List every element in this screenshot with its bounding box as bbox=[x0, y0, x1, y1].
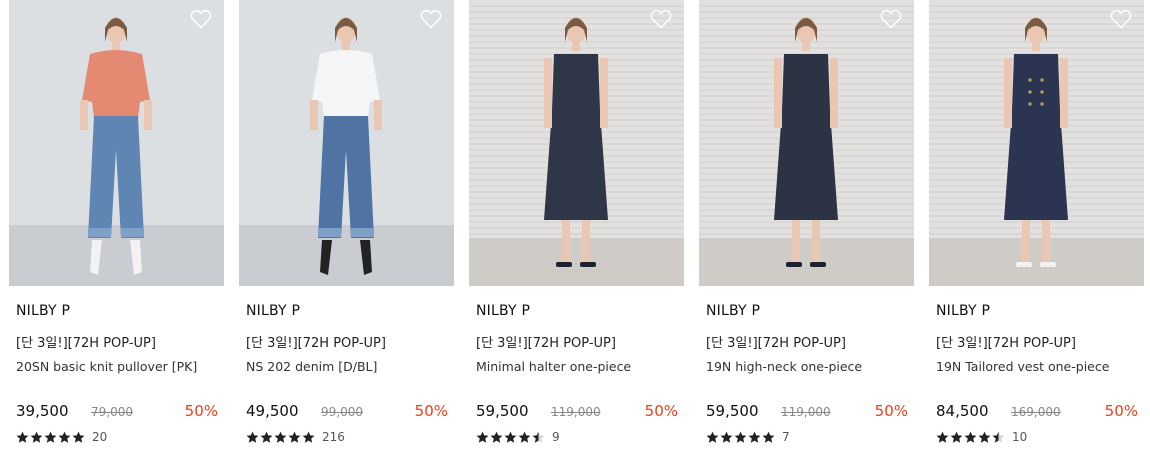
sale-price: 49,500 bbox=[246, 402, 299, 420]
brand-name[interactable]: NILBY P bbox=[706, 303, 760, 319]
product-name[interactable]: 19N Tailored vest one-piece bbox=[936, 359, 1109, 374]
star-icon bbox=[964, 431, 977, 443]
discount-rate: 50% bbox=[1104, 402, 1138, 420]
star-icon bbox=[72, 431, 85, 443]
product-photo bbox=[699, 0, 914, 286]
star-rating bbox=[476, 431, 545, 444]
product-name[interactable]: NS 202 denim [D/BL] bbox=[246, 359, 377, 374]
star-icon bbox=[260, 431, 273, 443]
sale-price: 39,500 bbox=[16, 402, 69, 420]
brand-name[interactable]: NILBY P bbox=[476, 303, 530, 319]
star-icon bbox=[476, 431, 489, 443]
product-card[interactable]: NILBY P [단 3일!][72H POP-UP] 19N Tailored… bbox=[929, 0, 1144, 464]
sale-price: 84,500 bbox=[936, 402, 989, 420]
promo-tag: [단 3일!][72H POP-UP] bbox=[936, 336, 1076, 351]
brand-name[interactable]: NILBY P bbox=[246, 303, 300, 319]
star-icon bbox=[748, 431, 761, 443]
star-icon bbox=[936, 431, 949, 443]
wishlist-heart-icon[interactable] bbox=[1110, 9, 1132, 29]
product-grid: NILBY P [단 3일!][72H POP-UP] 20SN basic k… bbox=[0, 0, 1150, 464]
star-icon bbox=[950, 431, 963, 443]
sale-price: 59,500 bbox=[476, 402, 529, 420]
review-count: 20 bbox=[92, 430, 108, 444]
product-card[interactable]: NILBY P [단 3일!][72H POP-UP] 20SN basic k… bbox=[9, 0, 224, 464]
star-icon bbox=[762, 431, 775, 443]
original-price: 169,000 bbox=[1011, 405, 1061, 419]
star-icon bbox=[246, 431, 259, 443]
product-photo bbox=[239, 0, 454, 286]
star-icon bbox=[302, 431, 315, 443]
product-image[interactable] bbox=[699, 0, 914, 286]
product-card[interactable]: NILBY P [단 3일!][72H POP-UP] NS 202 denim… bbox=[239, 0, 454, 464]
review-count: 7 bbox=[782, 430, 790, 444]
sale-price: 59,500 bbox=[706, 402, 759, 420]
review-count: 10 bbox=[1012, 430, 1028, 444]
star-icon bbox=[44, 431, 57, 443]
star-icon bbox=[720, 431, 733, 443]
original-price: 79,000 bbox=[91, 405, 133, 419]
discount-rate: 50% bbox=[644, 402, 678, 420]
promo-tag: [단 3일!][72H POP-UP] bbox=[706, 336, 846, 351]
wishlist-heart-icon[interactable] bbox=[420, 9, 442, 29]
product-photo bbox=[469, 0, 684, 286]
promo-tag: [단 3일!][72H POP-UP] bbox=[16, 336, 156, 351]
product-image[interactable] bbox=[469, 0, 684, 286]
star-icon bbox=[532, 431, 545, 443]
star-icon bbox=[288, 431, 301, 443]
product-name[interactable]: 20SN basic knit pullover [PK] bbox=[16, 359, 197, 374]
star-rating bbox=[706, 431, 775, 444]
wishlist-heart-icon[interactable] bbox=[650, 9, 672, 29]
star-icon bbox=[734, 431, 747, 443]
star-icon bbox=[504, 431, 517, 443]
star-icon bbox=[274, 431, 287, 443]
product-image[interactable] bbox=[239, 0, 454, 286]
wishlist-heart-icon[interactable] bbox=[880, 9, 902, 29]
product-name[interactable]: 19N high-neck one-piece bbox=[706, 359, 862, 374]
rating: 216 bbox=[246, 430, 345, 444]
star-icon bbox=[30, 431, 43, 443]
product-image[interactable] bbox=[929, 0, 1144, 286]
star-icon bbox=[58, 431, 71, 443]
rating: 9 bbox=[476, 430, 560, 444]
original-price: 119,000 bbox=[781, 405, 831, 419]
star-icon bbox=[490, 431, 503, 443]
product-photo bbox=[929, 0, 1144, 286]
star-rating bbox=[246, 431, 315, 444]
product-card[interactable]: NILBY P [단 3일!][72H POP-UP] 19N high-nec… bbox=[699, 0, 914, 464]
star-icon bbox=[518, 431, 531, 443]
rating: 10 bbox=[936, 430, 1027, 444]
original-price: 119,000 bbox=[551, 405, 601, 419]
star-rating bbox=[16, 431, 85, 444]
product-photo bbox=[9, 0, 224, 286]
original-price: 99,000 bbox=[321, 405, 363, 419]
discount-rate: 50% bbox=[184, 402, 218, 420]
brand-name[interactable]: NILBY P bbox=[16, 303, 70, 319]
discount-rate: 50% bbox=[874, 402, 908, 420]
brand-name[interactable]: NILBY P bbox=[936, 303, 990, 319]
rating: 7 bbox=[706, 430, 790, 444]
promo-tag: [단 3일!][72H POP-UP] bbox=[246, 336, 386, 351]
star-icon bbox=[706, 431, 719, 443]
product-card[interactable]: NILBY P [단 3일!][72H POP-UP] Minimal halt… bbox=[469, 0, 684, 464]
star-icon bbox=[978, 431, 991, 443]
review-count: 216 bbox=[322, 430, 345, 444]
product-image[interactable] bbox=[9, 0, 224, 286]
star-icon bbox=[992, 431, 1005, 443]
promo-tag: [단 3일!][72H POP-UP] bbox=[476, 336, 616, 351]
product-name[interactable]: Minimal halter one-piece bbox=[476, 359, 631, 374]
wishlist-heart-icon[interactable] bbox=[190, 9, 212, 29]
rating: 20 bbox=[16, 430, 107, 444]
star-icon bbox=[16, 431, 29, 443]
discount-rate: 50% bbox=[414, 402, 448, 420]
review-count: 9 bbox=[552, 430, 560, 444]
star-rating bbox=[936, 431, 1005, 444]
